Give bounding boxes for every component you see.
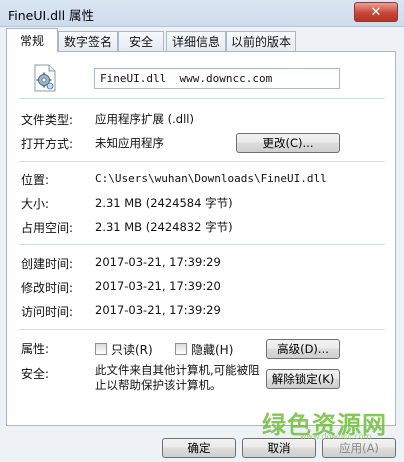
unblock-button-label: 解除锁定(K)	[271, 372, 335, 386]
ok-button-label: 确定	[187, 441, 211, 455]
change-button[interactable]: 更改(C)...	[236, 133, 340, 153]
opens-with-value: 未知应用程序	[95, 136, 164, 150]
tab-previous-versions[interactable]: 以前的版本	[226, 31, 296, 51]
file-type-value: 应用程序扩展 (.dll)	[95, 112, 194, 126]
cancel-button[interactable]: 取消	[242, 438, 316, 458]
properties-window: FineUI.dll 属性 ✕ 常规 数字签名 安全 详细信息 以前的版本 Fi…	[0, 0, 404, 462]
modified-value: 2017-03-21, 17:39:20	[95, 279, 221, 293]
location-label: 位置:	[21, 173, 50, 187]
created-label: 创建时间:	[21, 257, 74, 271]
size-label: 大小:	[21, 197, 50, 211]
tab-general-label: 常规	[19, 34, 44, 48]
tab-previous-versions-label: 以前的版本	[230, 35, 291, 49]
file-type-label: 文件类型:	[21, 113, 74, 127]
separator	[19, 98, 385, 99]
hidden-checkbox[interactable]	[175, 343, 187, 355]
tab-details-label: 详细信息	[171, 35, 220, 49]
size-on-disk-label: 占用空间:	[21, 221, 74, 235]
advanced-button[interactable]: 高级(D)...	[266, 339, 340, 359]
readonly-checkbox[interactable]	[95, 343, 107, 355]
accessed-label: 访问时间:	[21, 305, 74, 319]
attributes-label: 属性:	[21, 342, 50, 356]
unblock-button[interactable]: 解除锁定(K)	[266, 369, 340, 389]
tab-security[interactable]: 安全	[118, 31, 164, 51]
apply-button-label: 应用(A)	[339, 441, 379, 455]
advanced-button-label: 高级(D)...	[277, 342, 329, 356]
location-value: C:\Users\wuhan\Downloads\FineUI.dll	[95, 172, 327, 185]
tab-details[interactable]: 详细信息	[166, 31, 226, 51]
tab-digital-signatures[interactable]: 数字签名	[58, 31, 118, 51]
modified-label: 修改时间:	[21, 281, 74, 295]
security-label: 安全:	[21, 367, 50, 381]
size-value: 2.31 MB (2424584 字节)	[95, 196, 233, 210]
dll-file-gear-icon	[33, 64, 57, 92]
tab-digital-signatures-label: 数字签名	[63, 35, 112, 49]
accessed-value: 2017-03-21, 17:39:29	[95, 303, 221, 317]
close-button[interactable]: ✕	[354, 2, 398, 22]
site-watermark-url: www.downcc.com	[300, 432, 372, 441]
separator	[19, 244, 385, 245]
ok-button[interactable]: 确定	[162, 438, 236, 458]
security-message: 此文件来自其他计算机,可能被阻止以帮助保护该计算机。	[95, 363, 260, 392]
apply-button[interactable]: 应用(A)	[322, 438, 396, 458]
change-button-label: 更改(C)...	[262, 136, 314, 150]
separator	[19, 329, 385, 330]
file-name-value: FineUI.dll www.downcc.com	[100, 72, 273, 85]
readonly-label[interactable]: 只读(R)	[111, 341, 153, 358]
cancel-button-label: 取消	[267, 441, 291, 455]
opens-with-label: 打开方式:	[21, 137, 74, 151]
close-icon: ✕	[370, 4, 382, 20]
window-title: FineUI.dll 属性	[8, 8, 95, 23]
tab-general[interactable]: 常规	[6, 28, 58, 52]
size-on-disk-value: 2.31 MB (2424832 字节)	[95, 220, 233, 234]
created-value: 2017-03-21, 17:39:29	[95, 255, 221, 269]
separator	[19, 161, 385, 162]
file-name-field[interactable]: FineUI.dll www.downcc.com	[94, 68, 340, 89]
general-tab-panel: FineUI.dll www.downcc.com 文件类型: 应用程序扩展 (…	[6, 51, 396, 426]
title-bar[interactable]: FineUI.dll 属性 ✕	[0, 0, 404, 27]
hidden-label[interactable]: 隐藏(H)	[191, 341, 233, 358]
tab-security-label: 安全	[128, 35, 153, 49]
